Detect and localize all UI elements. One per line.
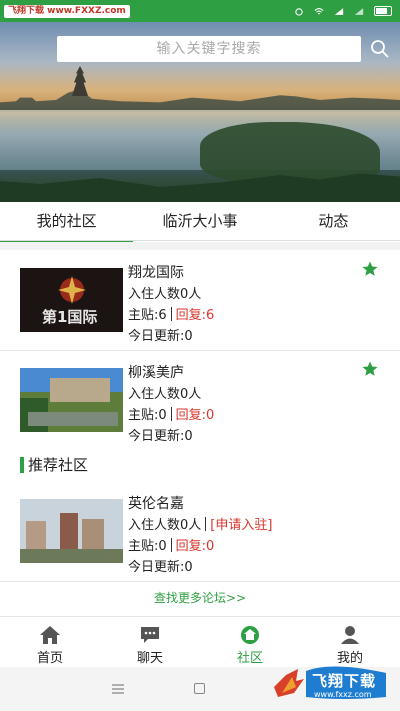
- today-updates: 今日更新:0: [128, 429, 193, 444]
- thumbnail-label: 第1国际: [42, 308, 98, 326]
- tab-my-community[interactable]: 我的社区: [0, 202, 134, 242]
- stat-divider: [170, 307, 172, 321]
- banner-island: [200, 122, 380, 182]
- community-thumbnail: 第1国际: [20, 268, 123, 332]
- post-count: 主贴:0: [128, 408, 167, 423]
- watermark-url: www.fxxz.com: [314, 690, 372, 699]
- stat-divider: [205, 517, 207, 531]
- recommended-section-header: 推荐社区: [0, 450, 400, 480]
- tab-bar: 我的社区 临沂大小事 动态: [0, 202, 400, 242]
- resident-count: 入住人数0人: [128, 287, 202, 302]
- section-title: 推荐社区: [28, 456, 89, 474]
- resident-count: 入住人数0人: [128, 518, 202, 533]
- today-updates: 今日更新:0: [128, 329, 193, 344]
- alarm-icon: [295, 7, 303, 16]
- reply-count: 回复:0: [175, 539, 215, 554]
- search-icon[interactable]: [370, 39, 390, 59]
- nav-profile[interactable]: 我的: [300, 617, 400, 667]
- resident-row: 入住人数0人 [申请入驻]: [128, 514, 272, 533]
- stat-divider: [170, 407, 172, 421]
- tab-divider: [0, 240, 400, 241]
- wifi-icon: [314, 7, 324, 14]
- home-icon: [40, 626, 60, 644]
- community-name: 翔龙国际: [128, 265, 184, 281]
- post-count: 主贴:6: [128, 308, 167, 323]
- signal-icon: [334, 7, 344, 15]
- today-updates: 今日更新:0: [128, 560, 193, 575]
- community-thumbnail: [20, 499, 123, 563]
- chat-icon: [141, 627, 159, 643]
- nav-label: 首页: [36, 651, 63, 666]
- tab-linyi-news[interactable]: 临沂大小事: [133, 202, 266, 242]
- reply-count: 回复:6: [175, 308, 215, 323]
- watermark-badge: 飞翔下载 www.FXXZ.com: [4, 4, 130, 18]
- star-icon[interactable]: [361, 260, 379, 278]
- post-count: 主贴:0: [128, 539, 167, 554]
- profile-icon: [341, 626, 359, 644]
- resident-count: 入住人数0人: [128, 387, 202, 402]
- banner-trees: [0, 173, 400, 202]
- star-icon[interactable]: [361, 360, 379, 378]
- post-stats: 主贴:0 回复:0: [128, 535, 214, 554]
- reply-count: 回复:0: [175, 408, 215, 423]
- community-name: 柳溪美庐: [128, 365, 184, 381]
- nav-home[interactable]: 首页: [0, 617, 100, 667]
- battery-icon: [374, 6, 392, 16]
- nav-community[interactable]: 社区: [200, 617, 300, 667]
- section-accent-bar: [20, 457, 24, 473]
- watermark-title: 飞翔下载: [312, 672, 377, 690]
- community-list: 第1国际 翔龙国际 入住人数0人 主贴:6 回复:6 今日更新:0 柳溪美庐 入住…: [0, 250, 400, 616]
- recommended-community-card[interactable]: 英伦名嘉 入住人数0人 [申请入驻] 主贴:0 回复:0 今日更新:0: [0, 481, 400, 582]
- watermark-logo: 飞翔下载 www.fxxz.com: [272, 661, 392, 705]
- community-card[interactable]: 柳溪美庐 入住人数0人 主贴:0 回复:0 今日更新:0: [0, 350, 400, 451]
- post-stats: 主贴:0 回复:0: [128, 404, 214, 423]
- community-card[interactable]: 第1国际 翔龙国际 入住人数0人 主贴:6 回复:6 今日更新:0: [0, 250, 400, 351]
- community-icon: [241, 626, 259, 644]
- liuxi-photo: [20, 368, 123, 432]
- banner-skyline: [0, 90, 400, 112]
- status-icons: [294, 6, 392, 16]
- signal-icon-2: [354, 7, 364, 15]
- community-name: 英伦名嘉: [128, 496, 184, 512]
- apply-join-link[interactable]: [申请入驻]: [210, 518, 272, 533]
- community-thumbnail: [20, 368, 123, 432]
- search-input[interactable]: 输入关键字搜索: [57, 36, 361, 62]
- tab-activity[interactable]: 动态: [267, 202, 400, 242]
- nav-label: 聊天: [136, 651, 163, 666]
- find-more-forums-link[interactable]: 查找更多论坛>>: [0, 581, 400, 616]
- home-square-icon[interactable]: [194, 683, 205, 694]
- bottom-nav: 首页 聊天 社区 我的: [0, 616, 400, 667]
- post-stats: 主贴:6 回复:6: [128, 304, 214, 323]
- yinglun-photo: [20, 499, 123, 563]
- stat-divider: [170, 538, 172, 552]
- nav-chat[interactable]: 聊天: [100, 617, 200, 667]
- status-bar: 飞翔下载 www.FXXZ.com: [0, 0, 400, 22]
- menu-icon[interactable]: [112, 684, 124, 694]
